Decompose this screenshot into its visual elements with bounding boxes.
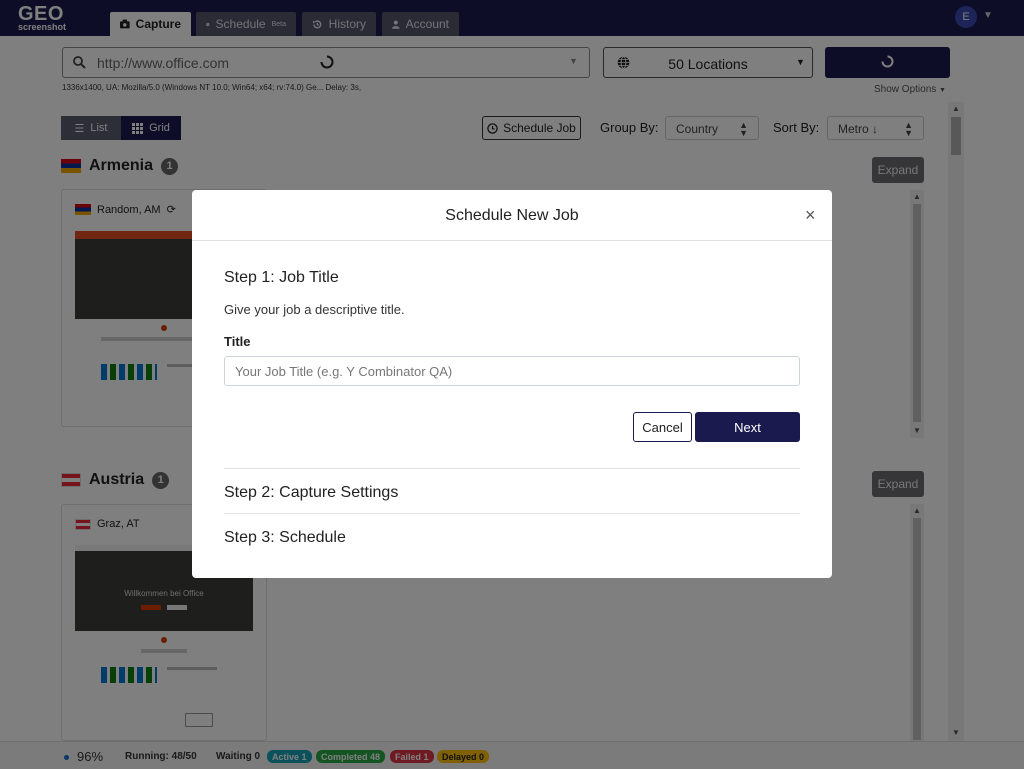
next-button[interactable]: Next [695, 412, 800, 442]
title-label: Title [224, 334, 251, 349]
step2-heading[interactable]: Step 2: Capture Settings [224, 484, 398, 502]
modal-header: Schedule New Job × [192, 190, 832, 241]
divider [224, 468, 800, 469]
divider [224, 513, 800, 514]
job-title-input[interactable] [224, 356, 800, 386]
step1-heading: Step 1: Job Title [224, 269, 339, 286]
schedule-job-modal: Schedule New Job × Step 1: Job Title Giv… [192, 190, 832, 578]
modal-title: Schedule New Job [445, 207, 579, 224]
step3-heading[interactable]: Step 3: Schedule [224, 529, 346, 547]
step1-description: Give your job a descriptive title. [224, 302, 405, 317]
close-icon[interactable]: × [805, 205, 816, 226]
cancel-button[interactable]: Cancel [633, 412, 692, 442]
